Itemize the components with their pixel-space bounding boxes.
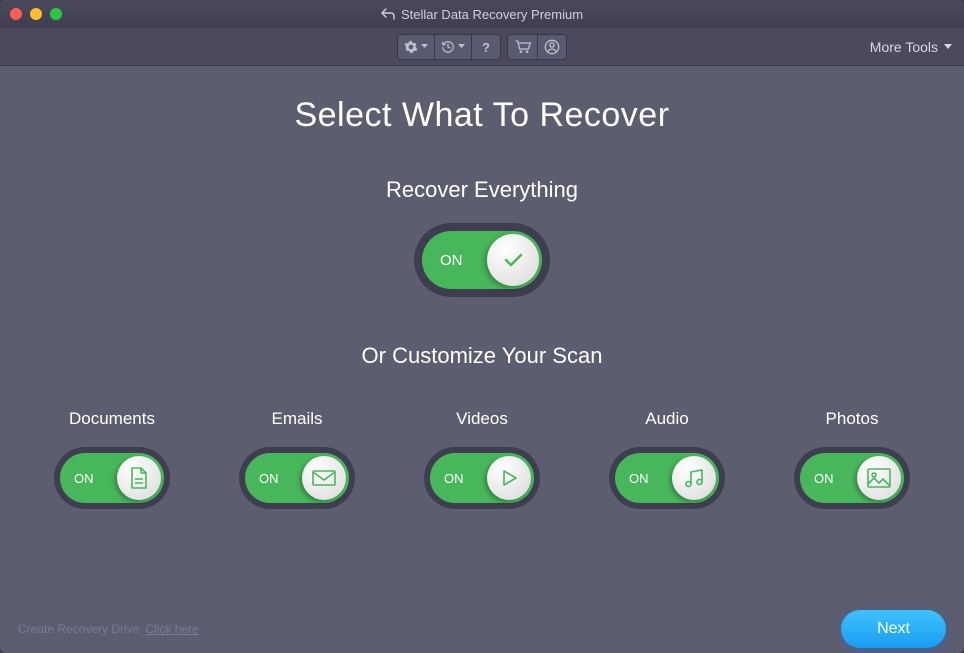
documents-toggle[interactable]: ON	[60, 453, 164, 503]
close-window-button[interactable]	[10, 8, 22, 20]
music-icon	[682, 466, 706, 490]
titlebar: Stellar Data Recovery Premium	[0, 0, 964, 28]
toolbar-center: ?	[397, 34, 567, 60]
category-audio: Audio ON	[609, 409, 725, 509]
create-recovery-drive-link[interactable]: Click here	[145, 622, 198, 636]
category-videos: Videos ON	[424, 409, 540, 509]
back-arrow-icon	[381, 8, 395, 20]
videos-toggle[interactable]: ON	[430, 453, 534, 503]
toggle-knob	[117, 456, 161, 500]
toggle-wrap: ON	[609, 447, 725, 509]
account-button[interactable]	[537, 34, 567, 60]
svg-text:?: ?	[482, 40, 490, 54]
zoom-window-button[interactable]	[50, 8, 62, 20]
toggle-on-label: ON	[814, 471, 834, 486]
main-content: Select What To Recover Recover Everythin…	[0, 66, 964, 653]
gear-icon	[404, 40, 418, 54]
audio-toggle[interactable]: ON	[615, 453, 719, 503]
next-button[interactable]: Next	[841, 610, 946, 648]
emails-toggle[interactable]: ON	[245, 453, 349, 503]
toggle-knob	[857, 456, 901, 500]
photos-toggle[interactable]: ON	[800, 453, 904, 503]
customize-heading: Or Customize Your Scan	[362, 343, 603, 369]
check-icon	[501, 248, 525, 272]
toggle-wrap: ON	[424, 447, 540, 509]
category-label: Photos	[826, 409, 879, 429]
toggle-on-label: ON	[259, 471, 279, 486]
category-emails: Emails ON	[239, 409, 355, 509]
toggle-wrap: ON	[794, 447, 910, 509]
category-label: Audio	[645, 409, 688, 429]
recover-everything-heading: Recover Everything	[386, 177, 578, 203]
app-window: Stellar Data Recovery Premium	[0, 0, 964, 653]
question-icon: ?	[481, 40, 491, 54]
category-documents: Documents ON	[54, 409, 170, 509]
category-label: Videos	[456, 409, 508, 429]
mail-icon	[311, 468, 337, 488]
chevron-down-icon	[421, 44, 428, 49]
play-icon	[498, 467, 520, 489]
more-tools-label: More Tools	[870, 39, 938, 55]
document-icon	[128, 466, 150, 490]
create-recovery-drive-label: Create Recovery Drive	[18, 622, 139, 636]
toggle-wrap: ON	[54, 447, 170, 509]
more-tools-menu[interactable]: More Tools	[870, 39, 952, 55]
category-photos: Photos ON	[794, 409, 910, 509]
category-label: Emails	[271, 409, 322, 429]
toolbar: ? More Tools	[0, 28, 964, 66]
toggle-knob	[302, 456, 346, 500]
recover-everything-toggle[interactable]: ON	[422, 231, 542, 289]
toggle-wrap: ON	[239, 447, 355, 509]
categories-row: Documents ON Emails	[0, 409, 964, 509]
settings-button[interactable]	[397, 34, 434, 60]
traffic-lights	[10, 8, 62, 20]
footer: Create Recovery Drive Click here Next	[0, 605, 964, 653]
toggle-on-label: ON	[74, 471, 94, 486]
toolbar-group-account	[507, 34, 567, 60]
help-button[interactable]: ?	[471, 34, 501, 60]
toggle-on-label: ON	[629, 471, 649, 486]
window-title: Stellar Data Recovery Premium	[381, 7, 583, 22]
cart-button[interactable]	[507, 34, 537, 60]
toggle-knob	[672, 456, 716, 500]
window-title-text: Stellar Data Recovery Premium	[401, 7, 583, 22]
cart-icon	[515, 40, 531, 54]
page-title: Select What To Recover	[294, 96, 669, 135]
minimize-window-button[interactable]	[30, 8, 42, 20]
recover-everything-toggle-wrap: ON	[414, 223, 550, 297]
toggle-on-label: ON	[444, 471, 464, 486]
history-button[interactable]	[434, 34, 471, 60]
toggle-knob	[487, 234, 539, 286]
toggle-knob	[487, 456, 531, 500]
user-icon	[544, 39, 560, 55]
footer-left: Create Recovery Drive Click here	[18, 622, 199, 636]
chevron-down-icon	[944, 44, 952, 49]
history-icon	[441, 40, 455, 54]
toolbar-group-settings: ?	[397, 34, 501, 60]
image-icon	[866, 467, 892, 489]
toggle-on-label: ON	[440, 252, 463, 269]
category-label: Documents	[69, 409, 155, 429]
chevron-down-icon	[458, 44, 465, 49]
